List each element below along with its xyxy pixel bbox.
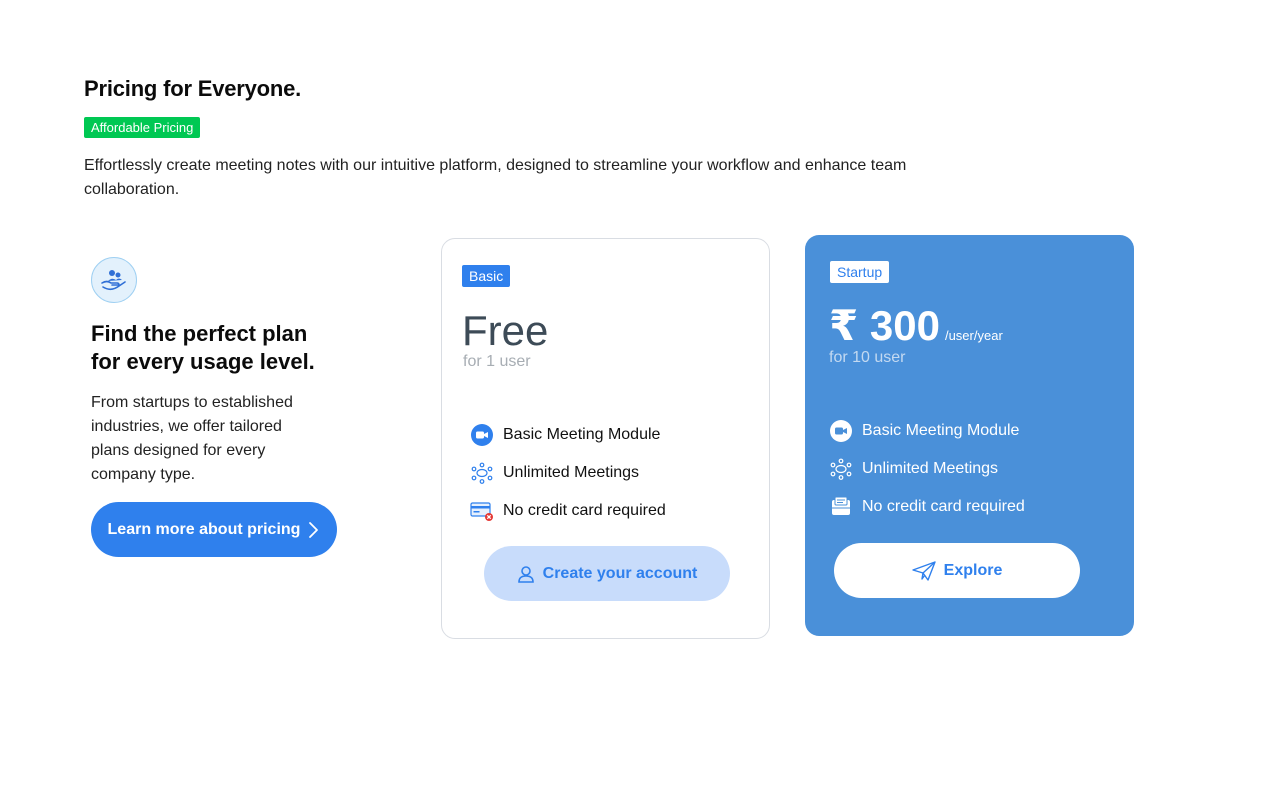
plan-price-period: /user/year (944, 328, 1003, 343)
plan-badge: Basic (462, 265, 511, 287)
paper-plane-icon (911, 560, 936, 581)
plan-intro: Find the perfect plan for every usage le… (91, 257, 341, 557)
plan-card-startup: Startup ₹ 300 /user/year for 10 user Bas… (805, 235, 1134, 636)
hand-holding-people-icon (91, 257, 137, 303)
feature-label: Basic Meeting Module (503, 426, 661, 443)
explore-label: Explore (943, 561, 1003, 579)
feature-label: Unlimited Meetings (503, 464, 640, 481)
meeting-table-icon (829, 457, 853, 481)
explore-button[interactable]: Explore (834, 543, 1080, 598)
intro-text: Effortlessly create meeting notes with o… (84, 157, 907, 198)
user-icon (517, 565, 534, 583)
plan-intro-description: From startups to established industries,… (91, 394, 293, 483)
feature-item: No credit card required (829, 488, 1025, 526)
feature-list: Basic Meeting Module Unlimited Meetings … (470, 416, 666, 530)
plan-badge: Startup (830, 261, 890, 283)
plan-price: ₹ 300 (829, 302, 940, 349)
plan-price: Free (462, 307, 549, 354)
feature-label: No credit card required (503, 502, 666, 519)
create-account-label: Create your account (542, 564, 698, 582)
credit-card-blocked-icon (470, 499, 494, 523)
plan-price-row: ₹ 300 /user/year (829, 301, 1003, 350)
feature-label: Basic Meeting Module (862, 422, 1020, 439)
feature-list: Basic Meeting Module Unlimited Meetings … (829, 412, 1025, 526)
feature-label: Unlimited Meetings (862, 460, 999, 477)
feature-label: No credit card required (862, 498, 1025, 515)
create-account-button[interactable]: Create your account (484, 546, 730, 601)
feature-item: Basic Meeting Module (829, 412, 1025, 450)
page-title: Pricing for Everyone. (84, 76, 302, 101)
learn-more-pricing-button[interactable]: Learn more about pricing (91, 502, 337, 557)
video-camera-icon (470, 423, 494, 447)
affordable-pricing-badge: Affordable Pricing (84, 117, 201, 138)
pricing-header: Pricing for Everyone. Affordable Pricing… (84, 76, 984, 202)
chevron-right-icon (309, 521, 319, 538)
plan-subtitle: for 1 user (463, 353, 531, 370)
plan-subtitle: for 10 user (829, 349, 906, 366)
meeting-table-icon (470, 461, 494, 485)
feature-item: Unlimited Meetings (829, 450, 1025, 488)
plan-intro-title: Find the perfect plan for every usage le… (91, 321, 315, 374)
feature-item: No credit card required (470, 492, 666, 530)
learn-more-label: Learn more about pricing (107, 520, 301, 538)
video-camera-icon (829, 419, 853, 443)
feature-item: Basic Meeting Module (470, 416, 666, 454)
plan-card-basic: Basic Free for 1 user Basic Meeting Modu… (441, 238, 770, 639)
feature-item: Unlimited Meetings (470, 454, 666, 492)
card-document-icon (829, 495, 853, 519)
